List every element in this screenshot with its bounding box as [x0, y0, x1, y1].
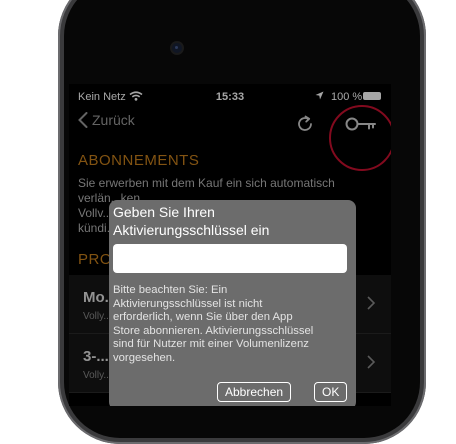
- note-line: Store abonnieren. Aktivierungsschlüssel: [113, 324, 314, 337]
- note-line: sind für Nutzer mit einer Volumenlizenz: [113, 338, 309, 350]
- dialog-title: Geben Sie Ihren Aktivierungsschlüssel ei…: [113, 203, 353, 239]
- app-screen: Kein Netz 15:33 100 % Zurück ABONNEMENTS…: [69, 84, 391, 406]
- dialog-title-line: Geben Sie Ihren: [113, 204, 215, 220]
- activation-key-dialog: Geben Sie Ihren Aktivierungsschlüssel ei…: [109, 200, 356, 406]
- note-line: Bitte beachten Sie: Ein: [113, 284, 228, 296]
- ok-button[interactable]: OK: [314, 382, 348, 402]
- dialog-note: Bitte beachten Sie: Ein Aktivierungsschl…: [113, 284, 353, 365]
- note-line: Aktivierungsschlüssel ist nicht: [113, 297, 263, 310]
- camera-icon: [172, 43, 182, 53]
- activation-key-input[interactable]: [113, 244, 347, 273]
- dialog-title-line: Aktivierungsschlüssel ein: [113, 222, 270, 238]
- note-line: vorgesehen.: [113, 351, 176, 364]
- cancel-button[interactable]: Abbrechen: [217, 382, 292, 402]
- note-line: erforderlich, wenn Sie über den App: [113, 311, 293, 323]
